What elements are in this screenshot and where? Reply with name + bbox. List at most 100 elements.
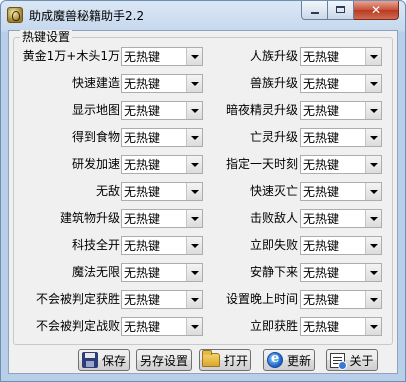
title-bar[interactable]: 助成魔兽秘籍助手2.2 ✕ (1, 1, 405, 29)
hotkey-select-value: 无热键 (124, 239, 161, 253)
dropdown-arrow-icon[interactable] (365, 75, 381, 92)
hotkey-select[interactable]: 无热键 (300, 236, 382, 255)
main-window: 助成魔兽秘籍助手2.2 ✕ 热键设置 黄金1万+木头1万 无热键 快速建造 无热键 显示… (0, 0, 406, 382)
hotkey-select[interactable]: 无热键 (300, 209, 382, 228)
dropdown-arrow-icon[interactable] (365, 237, 381, 254)
save-as-button[interactable]: 另存设置 (136, 349, 192, 371)
dropdown-arrow-icon[interactable] (365, 264, 381, 281)
hotkey-label: 研发加速 (71, 157, 120, 171)
hotkey-select[interactable]: 无热键 (121, 101, 203, 120)
hotkey-select[interactable]: 无热键 (300, 263, 382, 282)
hotkey-label: 立即失败 (249, 238, 298, 252)
dropdown-arrow-icon[interactable] (186, 318, 202, 335)
dropdown-arrow-icon[interactable] (186, 237, 202, 254)
dropdown-arrow-icon[interactable] (365, 48, 381, 65)
app-logo-icon (7, 7, 23, 23)
dropdown-arrow-icon[interactable] (365, 156, 381, 173)
hotkey-label: 设置晚上时间 (225, 292, 298, 306)
hotkey-select[interactable]: 无热键 (300, 101, 382, 120)
about-button[interactable]: 关于 (326, 349, 378, 371)
hotkey-select[interactable]: 无热键 (121, 290, 203, 309)
hotkey-select-value: 无热键 (124, 266, 161, 280)
hotkey-select[interactable]: 无热键 (300, 182, 382, 201)
update-button-label: 更新 (286, 353, 311, 368)
close-button[interactable]: ✕ (354, 1, 399, 20)
dropdown-arrow-icon[interactable] (186, 156, 202, 173)
hotkey-select[interactable]: 无热键 (121, 74, 203, 93)
hotkey-label: 科技全开 (71, 238, 120, 252)
maximize-icon (336, 6, 345, 13)
hotkey-label: 魔法无限 (71, 265, 120, 279)
hotkey-select[interactable]: 无热键 (300, 155, 382, 174)
dropdown-arrow-icon[interactable] (365, 318, 381, 335)
dropdown-arrow-icon[interactable] (186, 210, 202, 227)
hotkey-select-value: 无热键 (303, 212, 340, 226)
save-as-button-label: 另存设置 (139, 353, 188, 368)
hotkey-label: 亡灵升级 (249, 130, 298, 144)
hotkey-select-value: 无热键 (303, 320, 340, 334)
hotkey-select[interactable]: 无热键 (300, 128, 382, 147)
dropdown-arrow-icon[interactable] (365, 129, 381, 146)
hotkey-select[interactable]: 无热键 (121, 263, 203, 282)
hotkey-select[interactable]: 无热键 (300, 74, 382, 93)
hotkey-select-value: 无热键 (303, 104, 340, 118)
hotkey-label: 不会被判定战败 (35, 319, 120, 333)
dropdown-arrow-icon[interactable] (186, 291, 202, 308)
hotkey-select-value: 无热键 (303, 239, 340, 253)
dropdown-arrow-icon[interactable] (365, 102, 381, 119)
hotkey-select[interactable]: 无热键 (121, 47, 203, 66)
hotkey-select-value: 无热键 (303, 266, 340, 280)
hotkey-select-value: 无热键 (303, 185, 340, 199)
hotkey-select-value: 无热键 (124, 185, 161, 199)
hotkey-label: 快速建造 (71, 76, 120, 90)
dropdown-arrow-icon[interactable] (186, 48, 202, 65)
dropdown-arrow-icon[interactable] (365, 291, 381, 308)
hotkey-select-value: 无热键 (124, 131, 161, 145)
hotkey-label: 暗夜精灵升级 (225, 103, 298, 117)
dropdown-arrow-icon[interactable] (186, 102, 202, 119)
hotkey-select[interactable]: 无热键 (300, 47, 382, 66)
hotkey-select[interactable]: 无热键 (121, 236, 203, 255)
hotkey-select-value: 无热键 (124, 212, 161, 226)
hotkey-select[interactable]: 无热键 (121, 209, 203, 228)
minimize-icon (311, 12, 319, 14)
close-icon: ✕ (370, 3, 382, 17)
internet-explorer-icon (266, 351, 283, 368)
hotkey-label: 快速灭亡 (249, 184, 298, 198)
dropdown-arrow-icon[interactable] (186, 183, 202, 200)
info-note-icon (330, 352, 348, 370)
caption-buttons: ✕ (301, 1, 399, 21)
hotkey-select[interactable]: 无热键 (300, 317, 382, 336)
open-button[interactable]: 打开 (199, 349, 251, 371)
dropdown-arrow-icon[interactable] (186, 129, 202, 146)
hotkey-select-value: 无热键 (124, 293, 161, 307)
maximize-button[interactable] (328, 1, 354, 20)
dropdown-arrow-icon[interactable] (365, 183, 381, 200)
client-area: 热键设置 黄金1万+木头1万 无热键 快速建造 无热键 显示地图 无热键 得到食物 无热键 研发… (8, 30, 398, 374)
hotkey-select-value: 无热键 (303, 293, 340, 307)
hotkey-select-value: 无热键 (124, 158, 161, 172)
hotkey-select[interactable]: 无热键 (121, 317, 203, 336)
hotkey-select[interactable]: 无热键 (121, 155, 203, 174)
hotkey-label: 建筑物升级 (59, 211, 120, 225)
hotkey-select-value: 无热键 (124, 50, 161, 64)
save-button[interactable]: 保存 (78, 349, 130, 371)
hotkey-label: 兽族升级 (249, 76, 298, 90)
folder-icon (201, 350, 220, 367)
save-button-label: 保存 (101, 353, 126, 368)
update-button[interactable]: 更新 (263, 349, 315, 371)
hotkey-select[interactable]: 无热键 (300, 290, 382, 309)
dropdown-arrow-icon[interactable] (186, 75, 202, 92)
hotkey-label: 击败敌人 (249, 211, 298, 225)
dropdown-arrow-icon[interactable] (186, 264, 202, 281)
group-title: 热键设置 (20, 30, 73, 44)
hotkey-label: 无敌 (95, 184, 120, 198)
hotkey-select-value: 无热键 (124, 77, 161, 91)
floppy-disk-icon (81, 352, 98, 368)
dropdown-arrow-icon[interactable] (365, 210, 381, 227)
hotkey-select[interactable]: 无热键 (121, 182, 203, 201)
minimize-button[interactable] (301, 1, 328, 20)
hotkey-label: 人族升级 (249, 49, 298, 63)
hotkey-label: 指定一天时刻 (225, 157, 298, 171)
hotkey-select[interactable]: 无热键 (121, 128, 203, 147)
